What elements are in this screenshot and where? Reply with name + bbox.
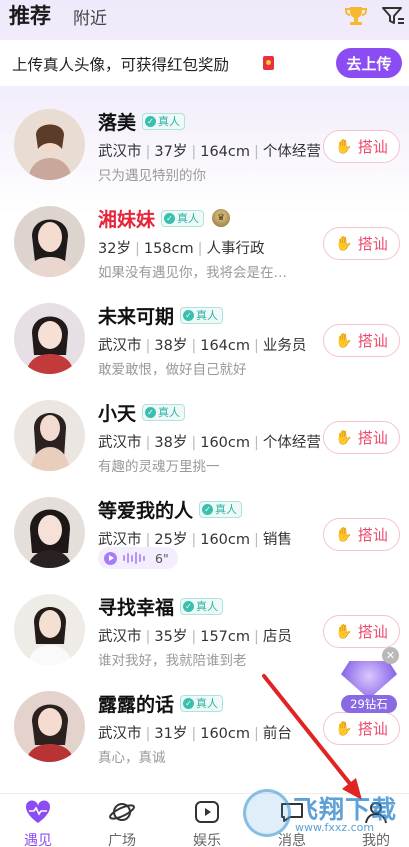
check-icon: ✓	[183, 309, 195, 321]
upload-button[interactable]: 去上传	[336, 48, 402, 78]
filter-icon[interactable]	[380, 3, 406, 29]
verified-badge: ✓ 真人	[180, 694, 224, 712]
user-info: 武汉市 | 25岁 | 160cm | 销售	[98, 532, 292, 548]
user-info: 武汉市 | 37岁 | 164cm | 个体经营	[98, 144, 321, 160]
greet-button[interactable]: ✋ 搭讪	[323, 324, 400, 357]
planet-icon	[109, 803, 135, 821]
user-desc: 有趣的灵魂万里挑一	[98, 459, 220, 475]
wave-hand-icon: ✋	[335, 720, 353, 737]
banner-text: 上传真人头像，可获得红包奖励	[12, 56, 230, 74]
verified-badge: ✓ 真人	[142, 112, 186, 130]
check-icon: ✓	[202, 503, 214, 515]
close-icon[interactable]: ✕	[382, 647, 399, 664]
user-desc: 谁对我好，我就陪谁到老	[98, 653, 247, 669]
list-item[interactable]: 未来可期 ✓ 真人 武汉市 | 38岁 | 164cm | 业务员 敢爱敢恨，做好自己就好 ✋…	[0, 290, 409, 387]
play-icon[interactable]	[104, 551, 117, 565]
tab-nearby[interactable]: 附近	[73, 4, 107, 29]
user-info: 武汉市 | 31岁 | 160cm | 前台	[98, 726, 292, 742]
greet-button[interactable]: ✋ 搭讪	[323, 130, 400, 163]
user-name: 等爱我的人	[98, 499, 194, 522]
wave-hand-icon: ✋	[335, 235, 353, 252]
verified-badge: ✓ 真人	[142, 403, 186, 421]
voice-duration: 6"	[155, 550, 169, 566]
avatar[interactable]	[14, 206, 85, 277]
heart-pulse-icon	[25, 800, 51, 823]
user-name: 湘妹妹	[98, 208, 156, 231]
tab-recommend[interactable]: 推荐	[9, 0, 51, 30]
avatar[interactable]	[14, 594, 85, 665]
avatar[interactable]	[14, 303, 85, 374]
greet-button[interactable]: ✋ 搭讪	[323, 518, 400, 551]
user-desc: 如果没有遇见你，我将会是在…	[98, 265, 287, 281]
watermark-url: www.fxxz.com	[295, 821, 375, 834]
list-item[interactable]: 湘妹妹 ✓ 真人 ♛ 32岁 | 158cm | 人事行政 如果没有遇见你，我将会是在… …	[0, 193, 409, 290]
header: 推荐 附近	[0, 0, 409, 32]
user-info: 32岁 | 158cm | 人事行政	[98, 241, 265, 257]
waveform-icon	[123, 552, 145, 564]
wave-hand-icon: ✋	[335, 526, 353, 543]
gift-label: 29钻石	[341, 695, 397, 713]
wave-hand-icon: ✋	[335, 138, 353, 155]
wave-hand-icon: ✋	[335, 623, 353, 640]
red-envelope-icon	[263, 56, 274, 70]
diamond-icon	[341, 661, 397, 699]
greet-button[interactable]: ✋ 搭讪	[323, 615, 400, 648]
watermark-logo-icon	[243, 789, 291, 837]
user-name: 小天	[98, 402, 137, 425]
list-item[interactable]: 等爱我的人 ✓ 真人 武汉市 | 25岁 | 160cm | 销售 6" ✋ 搭讪	[0, 484, 409, 581]
greet-button[interactable]: ✋ 搭讪	[323, 421, 400, 454]
diamond-gift-widget[interactable]: 29钻石	[337, 655, 401, 717]
greet-button[interactable]: ✋ 搭讪	[323, 227, 400, 260]
verified-badge: ✓ 真人	[180, 306, 224, 324]
check-icon: ✓	[145, 406, 157, 418]
nav-square[interactable]: 广场	[92, 799, 152, 847]
user-name: 寻找幸福	[98, 596, 175, 619]
user-info: 武汉市 | 35岁 | 157cm | 店员	[98, 629, 292, 645]
voice-intro[interactable]: 6"	[98, 547, 178, 569]
check-icon: ✓	[145, 115, 157, 127]
avatar[interactable]	[14, 691, 85, 762]
list-item[interactable]: 落美 ✓ 真人 武汉市 | 37岁 | 164cm | 个体经营 只为遇见特别的你 ✋ 搭讪	[0, 96, 409, 193]
user-desc: 敢爱敢恨，做好自己就好	[98, 362, 247, 378]
verified-badge: ✓ 真人	[180, 597, 224, 615]
watermark: 飞翔下载 www.fxxz.com	[243, 784, 398, 847]
user-name: 落美	[98, 111, 137, 134]
user-name: 露露的话	[98, 693, 175, 716]
play-icon	[195, 801, 219, 823]
user-info: 武汉市 | 38岁 | 164cm | 业务员	[98, 338, 307, 354]
nav-meet[interactable]: 遇见	[8, 799, 68, 847]
nav-entertainment[interactable]: 娱乐	[177, 799, 237, 847]
user-info: 武汉市 | 38岁 | 160cm | 个体经营	[98, 435, 321, 451]
check-icon: ✓	[183, 600, 195, 612]
verified-badge: ✓ 真人	[199, 500, 243, 518]
verified-badge: ✓ 真人	[161, 209, 205, 227]
avatar[interactable]	[14, 109, 85, 180]
upload-avatar-banner: 上传真人头像，可获得红包奖励 去上传	[0, 40, 409, 86]
list-item[interactable]: 小天 ✓ 真人 武汉市 | 38岁 | 160cm | 个体经营 有趣的灵魂万里挑一 ✋ 搭讪	[0, 387, 409, 484]
vip-crown-icon: ♛	[212, 209, 231, 227]
user-desc: 只为遇见特别的你	[98, 168, 206, 184]
check-icon: ✓	[183, 697, 195, 709]
avatar[interactable]	[14, 497, 85, 568]
trophy-icon[interactable]	[343, 3, 369, 29]
wave-hand-icon: ✋	[335, 429, 353, 446]
user-name: 未来可期	[98, 305, 175, 328]
avatar[interactable]	[14, 400, 85, 471]
wave-hand-icon: ✋	[335, 332, 353, 349]
user-desc: 真心，真诚	[98, 750, 166, 766]
check-icon: ✓	[164, 212, 176, 224]
